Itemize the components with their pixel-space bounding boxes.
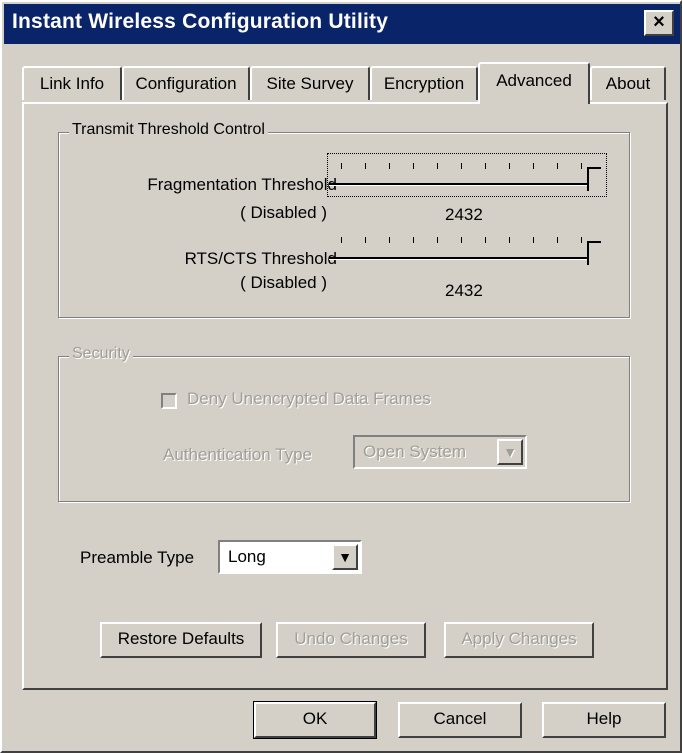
- preamble-type-label: Preamble Type: [80, 548, 195, 567]
- tab-label: Site Survey: [266, 74, 354, 93]
- rts-threshold-label: RTS/CTS Threshold: [184, 249, 337, 268]
- button-label: Restore Defaults: [117, 629, 245, 648]
- button-label: Undo Changes: [294, 629, 408, 648]
- button-label: Help: [586, 709, 622, 728]
- preamble-type-value: Long: [228, 547, 266, 566]
- tab-label: Link Info: [39, 74, 105, 93]
- button-label: OK: [302, 709, 328, 728]
- close-icon: ×: [653, 11, 665, 33]
- fragmentation-threshold-label: Fragmentation Threshold: [147, 175, 337, 194]
- slider-track: [329, 183, 587, 186]
- fragmentation-threshold-state: ( Disabled ): [240, 203, 327, 222]
- tab-about[interactable]: About: [590, 66, 666, 100]
- tab-encryption[interactable]: Encryption: [370, 66, 478, 100]
- tab-label: About: [605, 74, 651, 93]
- authentication-type-label: Authentication Type: [163, 445, 313, 464]
- rts-threshold-slider[interactable]: [329, 229, 605, 269]
- window-title: Instant Wireless Configuration Utility: [12, 10, 389, 33]
- rts-threshold-value: 2432: [445, 281, 483, 300]
- help-button[interactable]: Help: [542, 702, 666, 738]
- advanced-panel: Transmit Threshold Control Fragmentation…: [22, 102, 668, 690]
- tab-configuration[interactable]: Configuration: [122, 66, 250, 100]
- undo-changes-button[interactable]: Undo Changes: [276, 622, 426, 658]
- preamble-type-select[interactable]: Long ▼: [218, 540, 362, 574]
- ok-button[interactable]: OK: [253, 701, 377, 739]
- authentication-type-value: Open System: [363, 442, 466, 461]
- tab-label: Configuration: [135, 74, 237, 93]
- tab-strip: Link Info Configuration Site Survey Encr…: [22, 62, 672, 104]
- button-label: Apply Changes: [461, 629, 577, 648]
- title-bar: Instant Wireless Configuration Utility ×: [4, 4, 680, 44]
- tab-site-survey[interactable]: Site Survey: [250, 66, 370, 100]
- deny-unencrypted-label: Deny Unencrypted Data Frames: [187, 389, 431, 408]
- tab-label: Encryption: [383, 74, 465, 93]
- cancel-button[interactable]: Cancel: [398, 702, 522, 738]
- deny-unencrypted-checkbox[interactable]: [161, 393, 177, 409]
- slider-thumb[interactable]: [587, 167, 601, 191]
- transmit-threshold-legend: Transmit Threshold Control: [69, 121, 268, 139]
- tab-link-info[interactable]: Link Info: [22, 66, 122, 100]
- authentication-type-select[interactable]: Open System ▼: [353, 435, 527, 469]
- tab-advanced[interactable]: Advanced: [478, 62, 590, 104]
- chevron-down-icon: ▼: [497, 439, 523, 465]
- slider-thumb[interactable]: [587, 241, 601, 265]
- restore-defaults-button[interactable]: Restore Defaults: [100, 622, 262, 658]
- rts-threshold-state: ( Disabled ): [240, 273, 327, 292]
- fragmentation-threshold-value: 2432: [445, 205, 483, 224]
- transmit-threshold-group: Transmit Threshold Control Fragmentation…: [58, 121, 630, 318]
- close-button[interactable]: ×: [644, 10, 674, 36]
- fragmentation-threshold-slider[interactable]: [327, 153, 607, 197]
- tab-label: Advanced: [496, 71, 572, 90]
- chevron-down-icon: ▼: [332, 544, 358, 570]
- slider-track: [329, 257, 587, 260]
- apply-changes-button[interactable]: Apply Changes: [444, 622, 594, 658]
- button-label: Cancel: [433, 709, 487, 728]
- security-legend: Security: [69, 345, 133, 363]
- security-group: Security Deny Unencrypted Data Frames Au…: [58, 345, 630, 502]
- configuration-window: Instant Wireless Configuration Utility ×…: [0, 0, 682, 753]
